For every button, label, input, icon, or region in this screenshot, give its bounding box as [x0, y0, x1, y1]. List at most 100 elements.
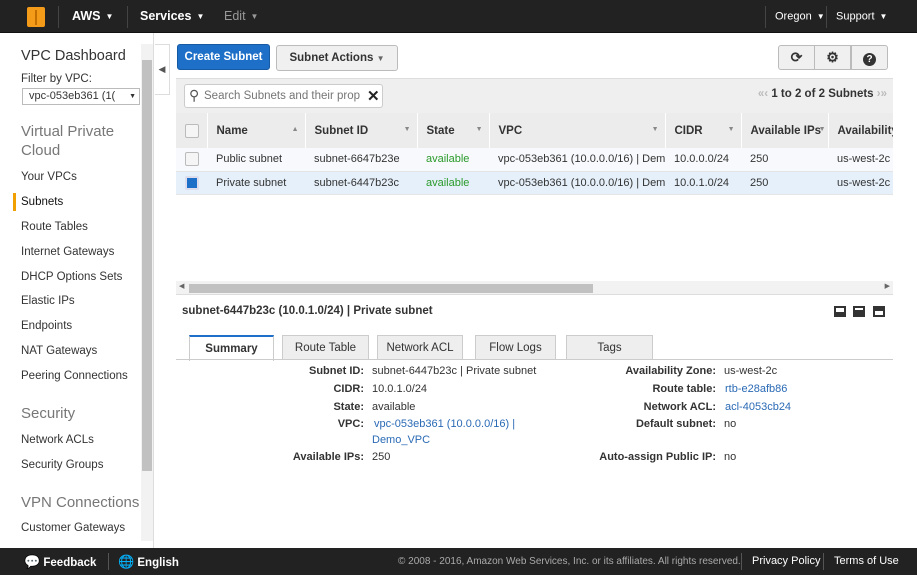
pagination-label: 1 to 2 of 2 Subnets	[771, 88, 874, 100]
panel-bottom-icon[interactable]	[834, 306, 846, 317]
speech-bubble-icon: 💬	[24, 554, 41, 569]
header-label: State	[426, 124, 455, 137]
copyright: © 2008 - 2016, Amazon Web Services, Inc.…	[398, 556, 741, 567]
clear-search-icon[interactable]: ✕	[367, 87, 380, 105]
tab-network-acl[interactable]: Network ACL	[377, 335, 463, 360]
vpc-filter-select[interactable]: vpc-053eb361 (1( ▼	[22, 88, 140, 105]
sidebar-title[interactable]: VPC Dashboard	[21, 47, 126, 66]
column-header-vpc[interactable]: VPC ▼	[489, 113, 666, 148]
table-row[interactable]: Public subnet subnet-6647b23e available …	[176, 148, 893, 172]
aws-menu[interactable]: AWS ▼	[72, 0, 113, 33]
services-menu[interactable]: Services ▼	[140, 0, 204, 33]
gear-icon: ⚙	[826, 49, 839, 65]
cell-name: Private subnet	[207, 171, 305, 195]
cell-cidr: 10.0.0.0/24	[665, 148, 741, 172]
tab-route-table[interactable]: Route Table	[282, 335, 369, 360]
panel-top-icon[interactable]	[873, 306, 885, 317]
cell-subnet-id: subnet-6647b23e	[305, 148, 417, 172]
last-page-icon[interactable]: ›»	[874, 88, 887, 100]
label-available-ips: Available IPs:	[292, 451, 364, 463]
filter-label: Filter by VPC:	[21, 73, 92, 85]
globe-icon: 🌐	[118, 554, 135, 569]
section-security: Security	[21, 405, 76, 422]
top-navigation: AWS ▼ Services ▼ Edit ▼ Oregon ▼ Support ▼	[0, 0, 917, 33]
column-header-availability-zone[interactable]: Availability	[828, 113, 894, 148]
terms-of-use-link[interactable]: Terms of Use	[834, 548, 899, 575]
sidebar-item-dhcp-options-sets[interactable]: DHCP Options Sets	[21, 271, 122, 283]
header-label: Name	[216, 124, 248, 137]
refresh-button[interactable]: ⟳	[778, 45, 815, 70]
header-label: VPC	[498, 124, 523, 137]
tab-tags[interactable]: Tags	[566, 335, 653, 360]
search-input[interactable]	[204, 88, 364, 104]
sidebar-item-route-tables[interactable]: Route Tables	[21, 221, 88, 233]
feedback-button[interactable]: 💬 Feedback	[24, 548, 96, 577]
chevron-down-icon: ▼	[879, 12, 888, 21]
value-default-subnet: no	[724, 418, 737, 430]
aws-label: AWS	[72, 9, 101, 23]
chevron-down-icon: ▼	[250, 12, 259, 22]
vpc-link[interactable]: vpc-053eb361 (10.0.0.0/16) |	[374, 418, 515, 430]
settings-button[interactable]: ⚙	[814, 45, 851, 70]
edit-menu[interactable]: Edit ▼	[224, 0, 258, 33]
search-box[interactable]: ⚲ ✕	[184, 84, 383, 108]
panel-middle-icon[interactable]	[853, 306, 865, 317]
support-menu[interactable]: Support ▼	[836, 0, 887, 33]
sidebar-item-peering-connections[interactable]: Peering Connections	[21, 370, 128, 382]
column-header-state[interactable]: State ▼	[417, 113, 490, 148]
sidebar-item-subnets[interactable]: Subnets	[12, 193, 63, 211]
section-virtual-private-cloud: Virtual Private Cloud	[21, 123, 115, 159]
sort-icon: ▼	[651, 126, 659, 133]
header-label: Availability	[837, 124, 893, 137]
row-checkbox-checked[interactable]	[185, 175, 199, 190]
sidebar-item-elastic-ips[interactable]: Elastic IPs	[21, 295, 75, 307]
create-subnet-button[interactable]: Create Subnet	[177, 44, 270, 70]
sidebar-scrollbar-thumb[interactable]	[142, 60, 152, 471]
subnet-actions-label: Subnet Actions	[289, 52, 374, 64]
language-label: English	[137, 557, 179, 569]
sidebar-item-customer-gateways[interactable]: Customer Gateways	[21, 522, 125, 534]
vpc-filter-value: vpc-053eb361 (1(	[29, 90, 116, 102]
table-row-selected[interactable]: Private subnet subnet-6447b23c available…	[176, 171, 893, 195]
label-network-acl: Network ACL:	[643, 401, 716, 413]
table-scrollbar-thumb[interactable]	[189, 284, 593, 293]
tab-flow-logs[interactable]: Flow Logs	[475, 335, 556, 360]
network-acl-link[interactable]: acl-4053cb24	[725, 401, 791, 413]
aws-logo-icon[interactable]	[27, 7, 45, 27]
column-header-cidr[interactable]: CIDR ▼	[665, 113, 742, 148]
sidebar-item-your-vpcs[interactable]: Your VPCs	[21, 171, 77, 183]
sidebar-item-security-groups[interactable]: Security Groups	[21, 459, 103, 471]
cell-available-ips: 250	[741, 171, 828, 195]
footer: 💬 Feedback 🌐 English © 2008 - 2016, Amaz…	[0, 548, 917, 575]
cell-name: Public subnet	[207, 148, 305, 172]
row-checkbox[interactable]	[185, 152, 199, 167]
select-all-header[interactable]	[176, 113, 208, 148]
sidebar-item-network-acls[interactable]: Network ACLs	[21, 434, 94, 446]
help-icon: ?	[863, 53, 876, 66]
region-menu[interactable]: Oregon ▼	[775, 0, 825, 33]
privacy-policy-link[interactable]: Privacy Policy	[752, 548, 820, 575]
route-table-link[interactable]: rtb-e28afb86	[725, 383, 787, 395]
value-subnet-id: subnet-6447b23c | Private subnet	[372, 365, 537, 377]
cell-availability-zone: us-west-2c	[828, 171, 893, 195]
sidebar-item-endpoints[interactable]: Endpoints	[21, 320, 72, 332]
value-cidr: 10.0.1.0/24	[372, 383, 428, 395]
region-label: Oregon	[775, 10, 812, 23]
language-selector[interactable]: 🌐 English	[118, 548, 179, 577]
collapse-sidebar-button[interactable]: ◀	[155, 44, 170, 95]
select-all-checkbox[interactable]	[185, 123, 199, 138]
vpc-link-name[interactable]: Demo_VPC	[372, 434, 430, 446]
cell-available-ips: 250	[741, 148, 828, 172]
subnet-actions-button[interactable]: Subnet Actions ▼	[276, 45, 398, 71]
edit-label: Edit	[224, 9, 246, 23]
chevron-down-icon: ▼	[129, 93, 136, 100]
column-header-name[interactable]: Name ▲	[207, 113, 306, 148]
tab-summary[interactable]: Summary	[189, 335, 274, 361]
label-auto-assign-public-ip: Auto-assign Public IP:	[599, 451, 716, 463]
first-page-icon[interactable]: «‹	[758, 88, 771, 100]
help-button[interactable]: ?	[851, 45, 888, 70]
column-header-subnet-id[interactable]: Subnet ID ▼	[305, 113, 418, 148]
sidebar-item-nat-gateways[interactable]: NAT Gateways	[21, 345, 97, 357]
column-header-available-ips[interactable]: Available IPs ▼	[741, 113, 829, 148]
sidebar-item-internet-gateways[interactable]: Internet Gateways	[21, 246, 114, 258]
